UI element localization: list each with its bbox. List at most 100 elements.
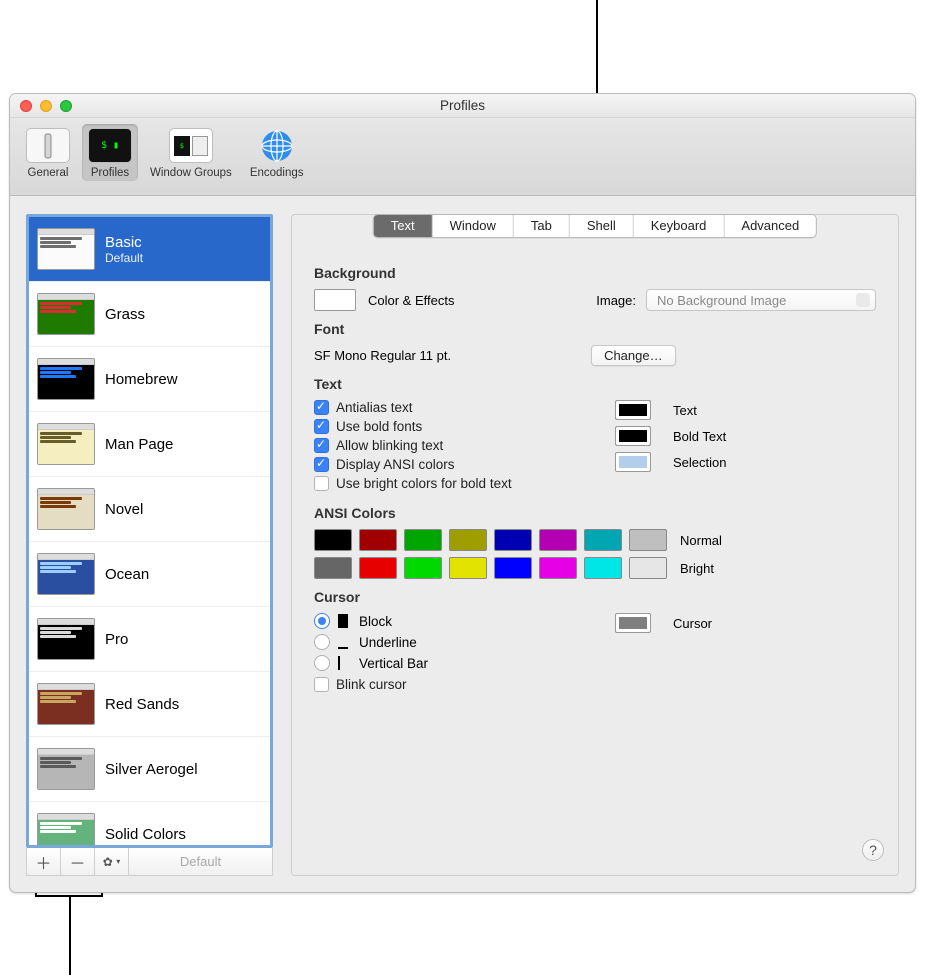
ansi-swatch[interactable]: [404, 557, 442, 579]
cursor-vertical-radio[interactable]: [314, 655, 330, 671]
cursor-color-label: Cursor: [673, 616, 712, 631]
cursor-block-radio[interactable]: [314, 613, 330, 629]
section-font-title: Font: [314, 321, 876, 337]
image-label: Image:: [596, 293, 636, 308]
tab-window[interactable]: Window: [433, 215, 514, 237]
profile-thumbnail: [37, 358, 95, 400]
bold-fonts-checkbox[interactable]: [314, 419, 329, 434]
cursor-vertical-label: Vertical Bar: [359, 656, 428, 671]
selection-color-label: Selection: [673, 455, 726, 470]
ansi-swatch[interactable]: [404, 529, 442, 551]
background-colorwell[interactable]: [314, 289, 356, 311]
ansi-swatch[interactable]: [494, 529, 532, 551]
tab-shell[interactable]: Shell: [570, 215, 634, 237]
toolbar-window-groups[interactable]: $ Window Groups: [144, 124, 238, 181]
profile-row-pro[interactable]: Pro: [29, 607, 270, 672]
preferences-toolbar: General $ ▮ Profiles $ Window Groups Enc…: [10, 118, 915, 196]
general-icon: [26, 128, 70, 163]
profile-row-basic[interactable]: BasicDefault: [29, 217, 270, 282]
tab-advanced[interactable]: Advanced: [724, 215, 816, 237]
profile-thumbnail: [37, 813, 95, 848]
profile-row-silver-aerogel[interactable]: Silver Aerogel: [29, 737, 270, 802]
profile-name: Silver Aerogel: [105, 761, 198, 778]
profile-row-ocean[interactable]: Ocean: [29, 542, 270, 607]
settings-tabs: TextWindowTabShellKeyboardAdvanced: [373, 214, 817, 238]
add-profile-button[interactable]: ＋: [27, 848, 61, 875]
background-image-value: No Background Image: [657, 293, 786, 308]
ansi-swatch[interactable]: [539, 557, 577, 579]
blinking-checkbox[interactable]: [314, 438, 329, 453]
tab-keyboard[interactable]: Keyboard: [634, 215, 725, 237]
set-default-button[interactable]: Default: [129, 848, 272, 875]
font-value: SF Mono Regular 11 pt.: [314, 348, 451, 363]
profile-subtitle: Default: [105, 251, 143, 265]
tab-text[interactable]: Text: [374, 215, 433, 237]
bold-text-colorwell[interactable]: [615, 426, 651, 446]
ansi-swatch[interactable]: [629, 529, 667, 551]
ansi-swatch[interactable]: [629, 557, 667, 579]
ansi-row-label: Bright: [680, 561, 714, 576]
ansi-swatch[interactable]: [584, 529, 622, 551]
bright-bold-label: Use bright colors for bold text: [336, 476, 512, 491]
profile-row-red-sands[interactable]: Red Sands: [29, 672, 270, 737]
content-area: BasicDefaultGrass Homebrew Man Page Novel Oc…: [10, 196, 915, 892]
profile-row-novel[interactable]: Novel: [29, 477, 270, 542]
profiles-icon: $ ▮: [88, 128, 132, 163]
bold-text-color-label: Bold Text: [673, 429, 726, 444]
text-colorwell[interactable]: [615, 400, 651, 420]
toolbar-encodings-label: Encodings: [250, 167, 304, 179]
ansi-swatch[interactable]: [359, 529, 397, 551]
profile-name: Novel: [105, 501, 143, 518]
change-font-button[interactable]: Change…: [591, 345, 676, 366]
profile-name: Ocean: [105, 566, 149, 583]
ansi-swatch[interactable]: [314, 557, 352, 579]
window-title: Profiles: [10, 98, 915, 113]
toolbar-general[interactable]: General: [20, 124, 76, 181]
toolbar-profiles-label: Profiles: [91, 167, 129, 179]
cursor-colorwell[interactable]: [615, 613, 651, 633]
window-groups-icon: $: [169, 128, 213, 163]
antialias-label: Antialias text: [336, 400, 413, 415]
toolbar-general-label: General: [28, 167, 69, 179]
selection-colorwell[interactable]: [615, 452, 651, 472]
cursor-block-label: Block: [359, 614, 392, 629]
ansi-checkbox[interactable]: [314, 457, 329, 472]
section-text-title: Text: [314, 376, 876, 392]
profile-action-menu[interactable]: ✿ ▾: [95, 848, 129, 875]
encodings-icon: [255, 128, 299, 163]
ansi-swatch[interactable]: [584, 557, 622, 579]
ansi-swatch[interactable]: [359, 557, 397, 579]
section-cursor-title: Cursor: [314, 589, 876, 605]
ansi-swatch[interactable]: [449, 529, 487, 551]
callout-line-bottom: [69, 895, 71, 975]
cursor-underline-radio[interactable]: [314, 634, 330, 650]
ansi-swatch[interactable]: [314, 529, 352, 551]
ansi-swatch[interactable]: [494, 557, 532, 579]
profile-row-solid-colors[interactable]: Solid Colors: [29, 802, 270, 848]
ansi-swatch[interactable]: [539, 529, 577, 551]
profile-thumbnail: [37, 748, 95, 790]
profiles-list[interactable]: BasicDefaultGrass Homebrew Man Page Novel Oc…: [26, 214, 273, 848]
bold-fonts-label: Use bold fonts: [336, 419, 422, 434]
profile-name: Homebrew: [105, 371, 178, 388]
tab-tab[interactable]: Tab: [514, 215, 570, 237]
profile-row-grass[interactable]: Grass: [29, 282, 270, 347]
antialias-checkbox[interactable]: [314, 400, 329, 415]
cursor-underline-label: Underline: [359, 635, 417, 650]
ansi-swatch[interactable]: [449, 557, 487, 579]
section-ansi-title: ANSI Colors: [314, 505, 876, 521]
profile-row-man-page[interactable]: Man Page: [29, 412, 270, 477]
ansi-label: Display ANSI colors: [336, 457, 455, 472]
blink-cursor-checkbox[interactable]: [314, 677, 329, 692]
sidebar-footer: ＋ － ✿ ▾ Default: [26, 848, 273, 876]
toolbar-profiles[interactable]: $ ▮ Profiles: [82, 124, 138, 181]
section-background-title: Background: [314, 265, 876, 281]
bright-bold-checkbox[interactable]: [314, 476, 329, 491]
toolbar-encodings[interactable]: Encodings: [244, 124, 310, 181]
detail-panel: TextWindowTabShellKeyboardAdvanced Backg…: [291, 214, 899, 876]
remove-profile-button[interactable]: －: [61, 848, 95, 875]
profile-row-homebrew[interactable]: Homebrew: [29, 347, 270, 412]
background-image-popup[interactable]: No Background Image ▴▾: [646, 289, 876, 311]
help-button[interactable]: ?: [862, 839, 884, 861]
popup-arrows-icon: ▴▾: [863, 292, 867, 308]
